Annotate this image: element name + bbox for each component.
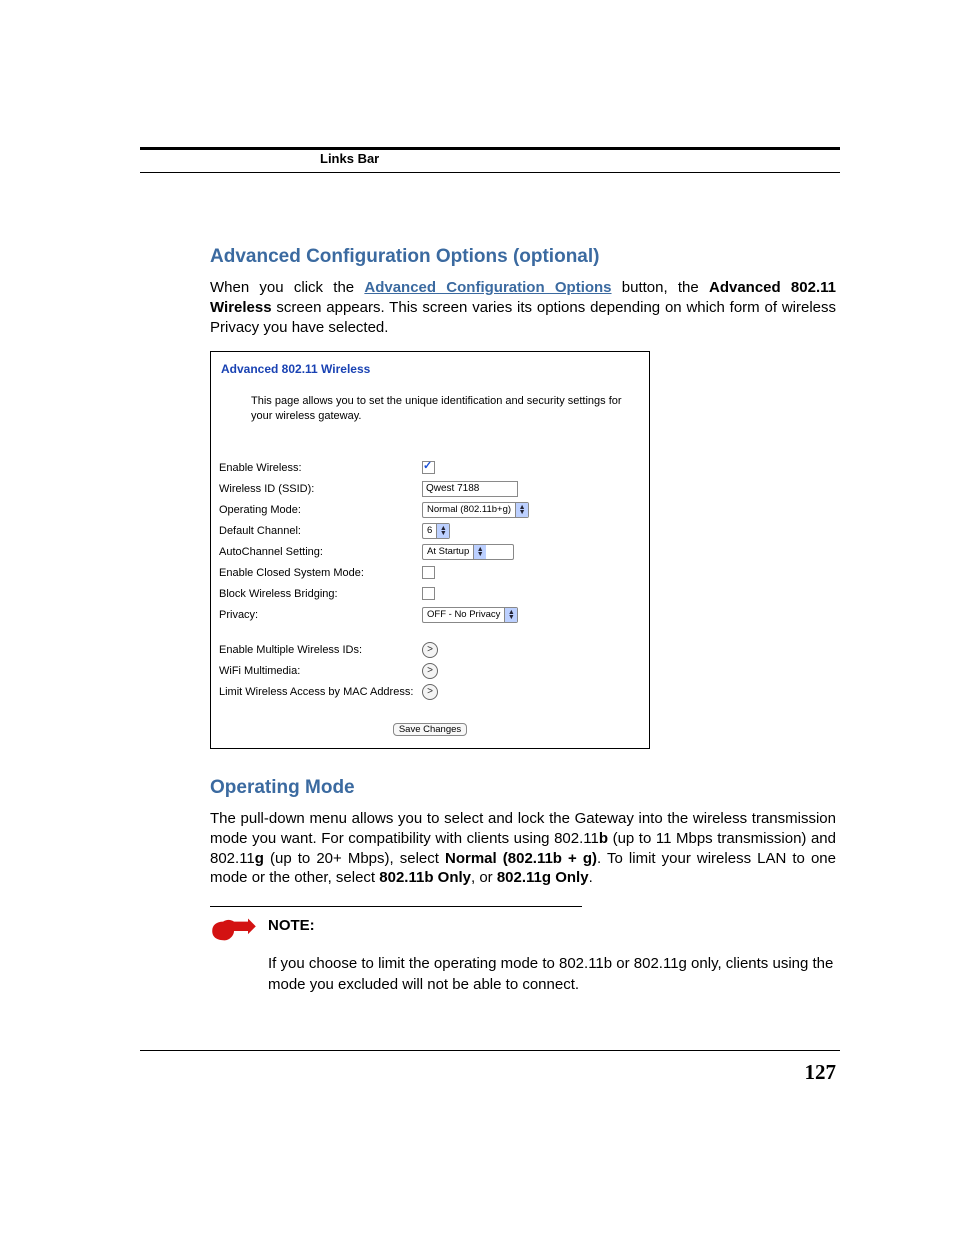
checkbox-block-bridging[interactable]: [422, 587, 435, 600]
intro-pre: When you click the: [210, 279, 364, 296]
note-text: If you choose to limit the operating mod…: [268, 954, 836, 995]
select-privacy[interactable]: OFF - No Privacy ▲▼: [422, 607, 518, 623]
label-mac-limit: Limit Wireless Access by MAC Address:: [219, 686, 422, 698]
note-label: NOTE:: [268, 917, 836, 934]
arrow-wifi-mm[interactable]: >: [422, 663, 438, 679]
save-button[interactable]: Save Changes: [393, 723, 467, 736]
label-closed-system: Enable Closed System Mode:: [219, 567, 422, 579]
select-privacy-value: OFF - No Privacy: [423, 609, 504, 620]
arrow-mac-limit[interactable]: >: [422, 684, 438, 700]
select-operating-mode-value: Normal (802.11b+g): [423, 504, 515, 515]
arrow-multiple-ids[interactable]: >: [422, 642, 438, 658]
wireless-panel: Advanced 802.11 Wireless This page allow…: [210, 351, 650, 749]
select-default-channel-value: 6: [423, 525, 436, 536]
label-ssid: Wireless ID (SSID):: [219, 483, 422, 495]
label-autochannel: AutoChannel Setting:: [219, 546, 422, 558]
top-rule: [140, 147, 840, 150]
heading-advanced: Advanced Configuration Options (optional…: [210, 246, 836, 268]
stepper-icon: ▲▼: [473, 545, 486, 559]
stepper-icon: ▲▼: [504, 608, 517, 622]
label-privacy: Privacy:: [219, 609, 422, 621]
operating-mode-paragraph: The pull-down menu allows you to select …: [210, 809, 836, 888]
label-multiple-ids: Enable Multiple Wireless IDs:: [219, 644, 422, 656]
pointer-icon: [210, 917, 268, 949]
advanced-config-link[interactable]: Advanced Configuration Options: [364, 279, 611, 296]
header-section: Links Bar: [320, 151, 379, 166]
label-operating-mode: Operating Mode:: [219, 504, 422, 516]
stepper-icon: ▲▼: [515, 503, 528, 517]
content-area: Advanced Configuration Options (optional…: [210, 246, 836, 995]
stepper-icon: ▲▼: [436, 524, 449, 538]
page-number: 127: [805, 1060, 837, 1085]
note-rule: [210, 906, 582, 907]
heading-operating-mode: Operating Mode: [210, 777, 836, 799]
label-block-bridging: Block Wireless Bridging:: [219, 588, 422, 600]
intro-rest: screen appears. This screen varies its o…: [210, 299, 836, 336]
label-wifi-mm: WiFi Multimedia:: [219, 665, 422, 677]
select-autochannel-value: At Startup: [423, 546, 473, 557]
checkbox-closed-system[interactable]: [422, 566, 435, 579]
select-autochannel[interactable]: At Startup ▲▼: [422, 544, 514, 560]
panel-title: Advanced 802.11 Wireless: [221, 362, 641, 376]
panel-desc: This page allows you to set the unique i…: [251, 394, 641, 424]
document-page: Links Bar Advanced Configuration Options…: [0, 0, 954, 1235]
top-thin-rule: [140, 172, 840, 173]
ssid-input[interactable]: Qwest 7188: [422, 481, 518, 497]
label-default-channel: Default Channel:: [219, 525, 422, 537]
select-default-channel[interactable]: 6 ▲▼: [422, 523, 450, 539]
bottom-rule: [140, 1050, 840, 1051]
label-enable-wireless: Enable Wireless:: [219, 462, 422, 474]
intro-paragraph: When you click the Advanced Configuratio…: [210, 278, 836, 337]
intro-post: button, the: [612, 279, 709, 296]
note-block: NOTE: If you choose to limit the operati…: [210, 906, 836, 995]
select-operating-mode[interactable]: Normal (802.11b+g) ▲▼: [422, 502, 529, 518]
checkbox-enable-wireless[interactable]: [422, 461, 435, 474]
